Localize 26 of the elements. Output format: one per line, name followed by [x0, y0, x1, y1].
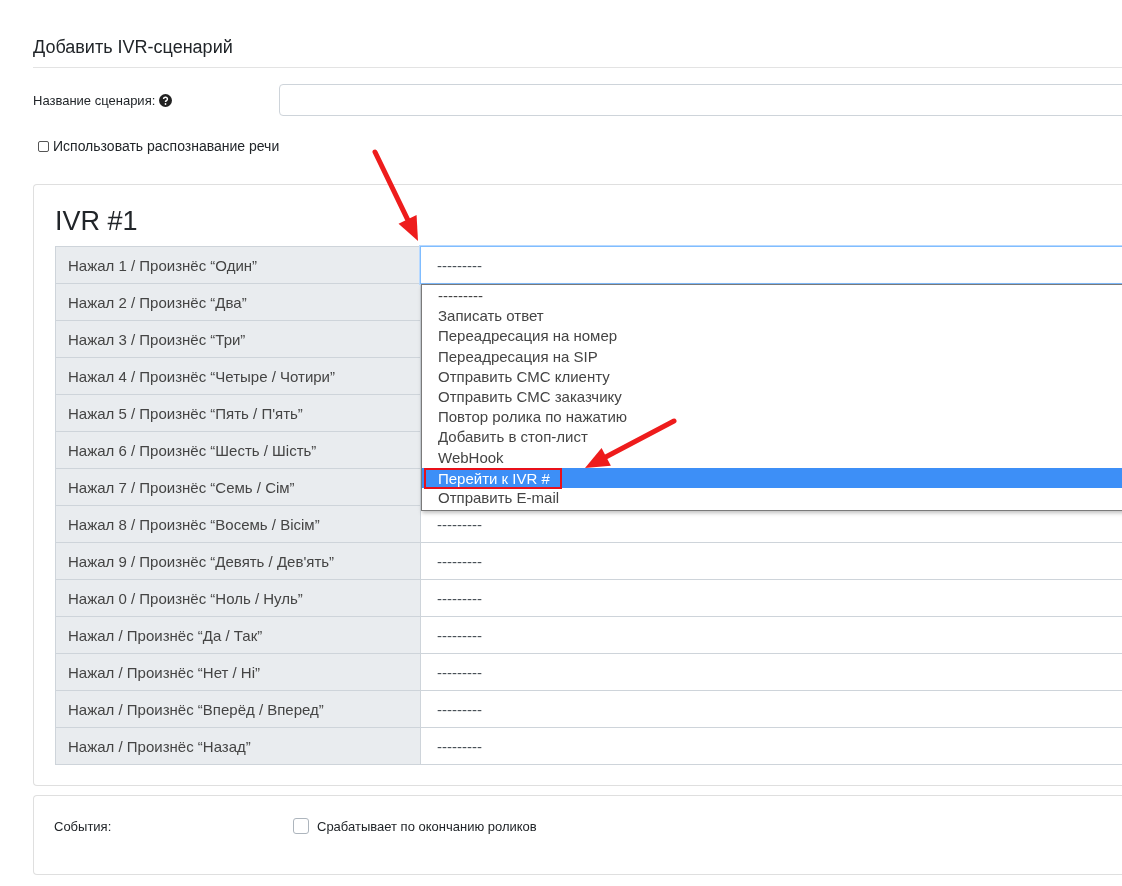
row-label: Нажал 3 / Произнёс “Три”	[55, 320, 421, 358]
row-label: Нажал 0 / Произнёс “Ноль / Нуль”	[55, 579, 421, 617]
ivr-heading: IVR #1	[55, 205, 139, 237]
row-label: Нажал 5 / Произнёс “Пять / П'ять”	[55, 394, 421, 432]
row-label: Нажал 9 / Произнёс “Девять / Дев'ять”	[55, 542, 421, 580]
row-label: Нажал / Произнёс “Назад”	[55, 727, 421, 765]
name-input[interactable]	[279, 84, 1122, 116]
checkbox[interactable]	[38, 140, 49, 152]
row-label: Нажал / Произнёс “Да / Так”	[55, 616, 421, 654]
page-title: Добавить IVR-сценарий	[33, 37, 233, 57]
events-label: События:	[54, 818, 113, 834]
row-label: Нажал 7 / Произнёс “Семь / Сім”	[55, 468, 421, 506]
highlight-frame: Перейти к IVR #	[424, 467, 562, 489]
row-label: Нажал / Произнёс “Нет / Ні”	[55, 653, 421, 691]
help-icon[interactable]	[159, 93, 173, 107]
row-label: Нажал 8 / Произнёс “Восемь / Вісім”	[55, 505, 421, 543]
row-label: Нажал / Произнёс “Вперёд / Вперед”	[55, 690, 421, 728]
action-select[interactable]: ---------	[420, 246, 1122, 284]
field-label: Название сценария:	[33, 92, 156, 108]
row-label: Нажал 1 / Произнёс “Один”	[55, 246, 421, 284]
row-label: Нажал 2 / Произнёс “Два”	[55, 283, 421, 321]
checkbox[interactable]	[293, 818, 309, 834]
row-label: Нажал 4 / Произнёс “Четыре / Чотири”	[55, 357, 421, 395]
row-label: Нажал 6 / Произнёс “Шесть / Шість”	[55, 431, 421, 469]
checkbox-label: Использовать распознавание речи	[53, 138, 280, 154]
checkbox-label: Срабатывает по окончанию роликов	[317, 818, 537, 834]
